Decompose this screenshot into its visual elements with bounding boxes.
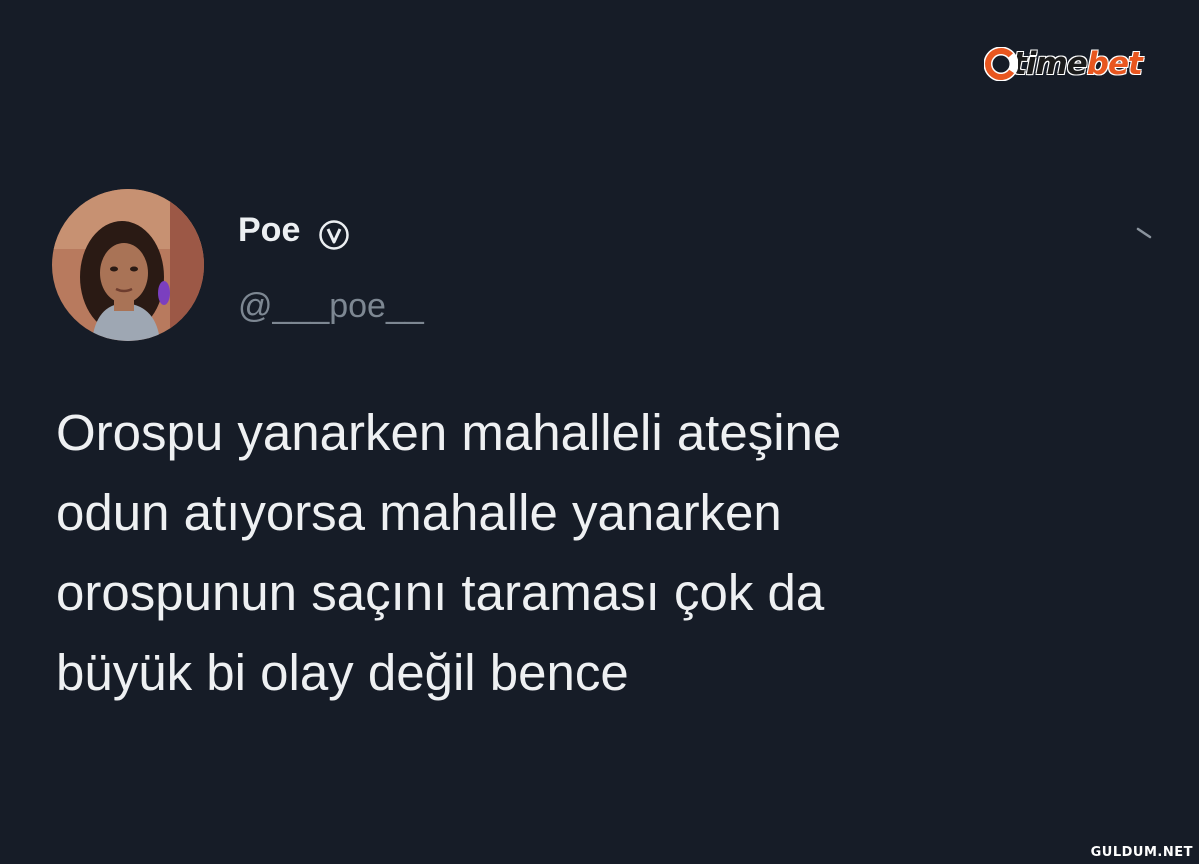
user-handle[interactable]: @___poe__ xyxy=(238,287,424,326)
site-watermark: GULDUM.NET xyxy=(1090,845,1193,860)
timebet-logo-icon xyxy=(984,47,1018,81)
profile-photo xyxy=(52,189,204,341)
timebet-watermark-logo: time bet xyxy=(984,38,1143,90)
verified-badge-icon xyxy=(319,220,349,250)
watermark-brand-bet: bet xyxy=(1086,46,1143,82)
avatar[interactable] xyxy=(52,189,204,341)
display-name[interactable]: Poe xyxy=(238,211,300,250)
chevron-down-icon[interactable] xyxy=(1134,223,1154,243)
watermark-brand-time: time xyxy=(1012,46,1088,82)
tweet-text: Orospu yanarken mahalleli ateşine odun a… xyxy=(56,404,842,701)
